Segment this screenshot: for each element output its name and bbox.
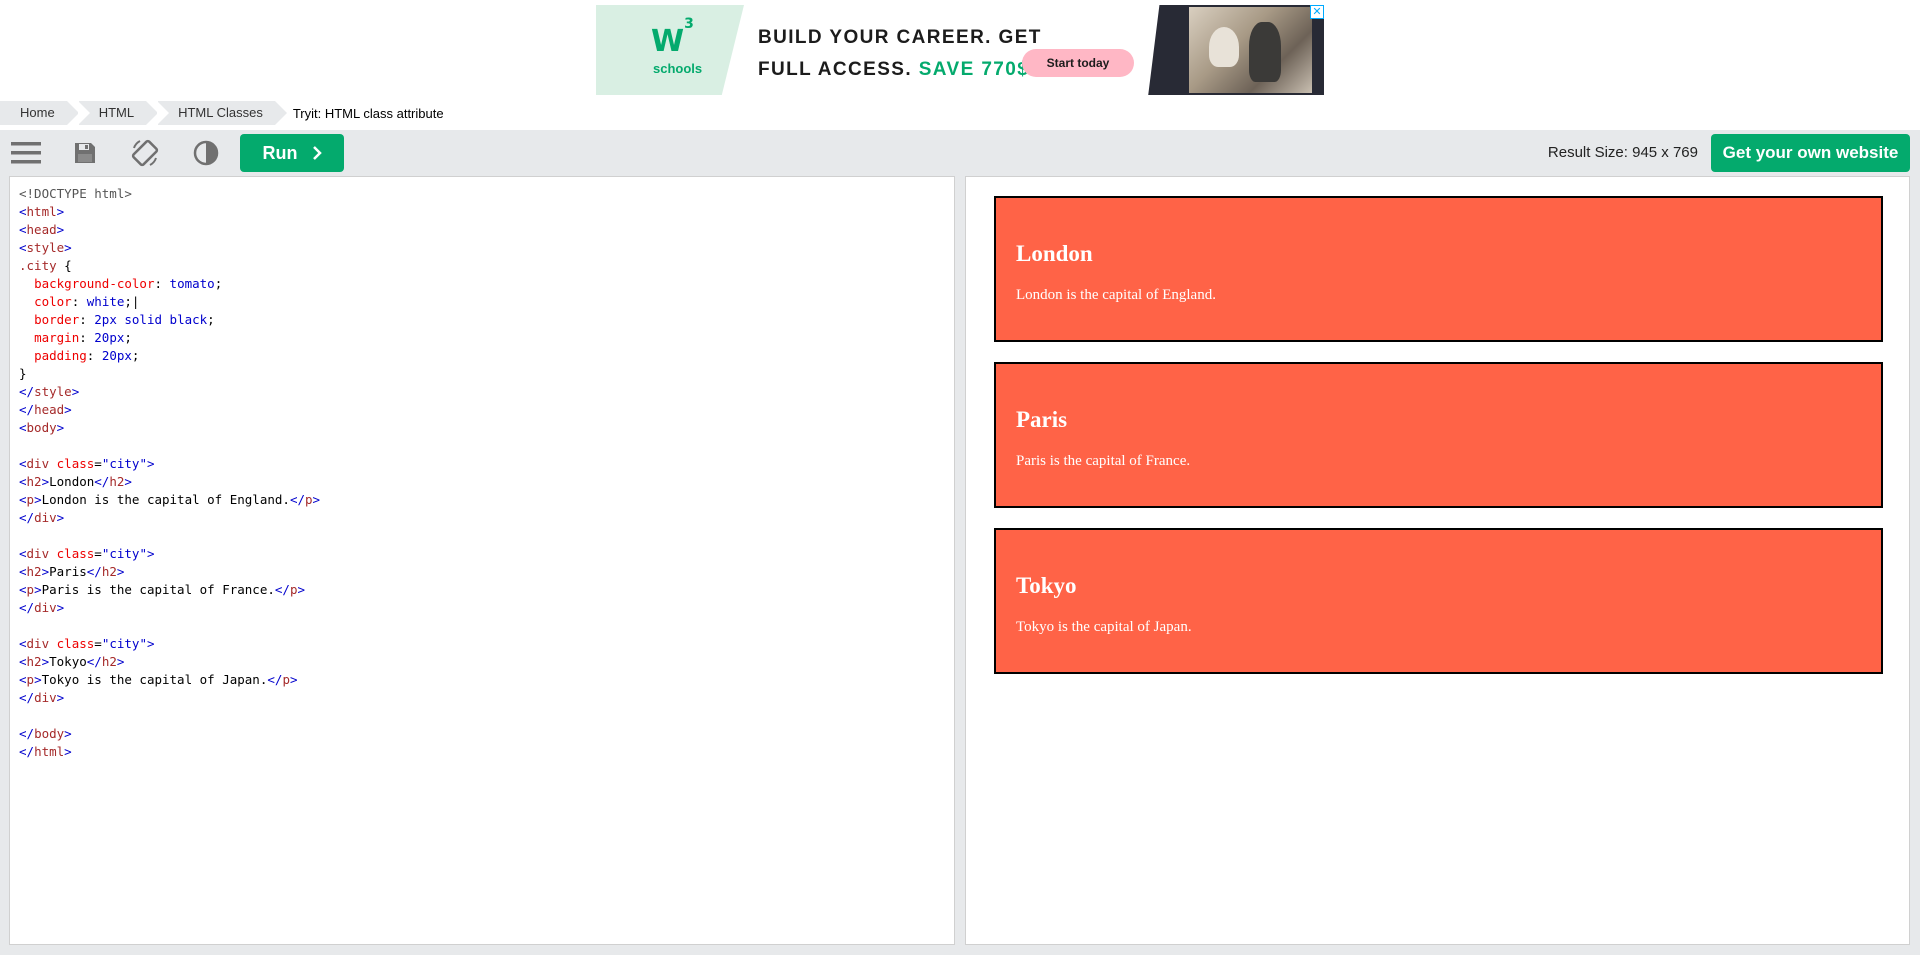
city-card-tokyo: Tokyo Tokyo is the capital of Japan. [994,528,1883,674]
breadcrumb-html[interactable]: HTML [77,101,159,125]
city-heading: London [1016,241,1093,266]
chevron-right-icon [312,146,322,160]
result-size-label: Result Size: 945 x 769 [1547,144,1698,161]
w3schools-logo: W3 [651,16,694,59]
save-icon[interactable] [62,130,108,176]
run-button-label: Run [262,142,298,163]
result-pane: London London is the capital of England.… [965,176,1910,945]
advertisement-banner[interactable]: W3 schools BUILD YOUR CAREER. GET FULL A… [596,5,1324,95]
breadcrumb: Home HTML HTML Classes Tryit: HTML class… [0,101,444,125]
ad-close-icon[interactable]: ✕ [1310,5,1324,19]
get-your-own-website-button[interactable]: Get your own website [1711,134,1910,172]
code-content[interactable]: <!DOCTYPE html> <html> <head> <style> .c… [19,185,320,761]
city-card-london: London London is the capital of England. [994,196,1883,342]
breadcrumb-current: Tryit: HTML class attribute [292,105,444,121]
breadcrumb-home[interactable]: Home [0,101,79,125]
ad-headline-line2: FULL ACCESS. [758,59,913,80]
code-editor[interactable]: <!DOCTYPE html> <html> <head> <style> .c… [9,176,955,945]
city-text: Tokyo is the capital of Japan. [1016,619,1192,635]
w3schools-logo-text: schools [653,61,703,76]
menu-icon[interactable] [3,130,49,176]
city-heading: Paris [1016,407,1068,432]
city-text: Paris is the capital of France. [1016,453,1191,469]
ad-start-today-button[interactable]: Start today [1022,49,1134,77]
contrast-icon[interactable] [183,130,229,176]
run-button[interactable]: Run [240,134,344,172]
city-text: London is the capital of England. [1016,287,1216,303]
ad-headline-accent: SAVE 770$ [918,59,1030,80]
city-card-paris: Paris Paris is the capital of France. [994,362,1883,508]
ad-photo [1148,5,1324,95]
city-heading: Tokyo [1016,573,1077,598]
toolbar: Run Result Size: 945 x 769 Get your own … [0,130,1920,176]
ad-headline-line1: BUILD YOUR CAREER. GET [758,27,1042,48]
workspace: <!DOCTYPE html> <html> <head> <style> .c… [0,176,1920,955]
rotate-icon[interactable] [122,130,168,176]
ad-headline: BUILD YOUR CAREER. GET FULL ACCESS. SAVE… [758,22,1042,86]
breadcrumb-html-classes[interactable]: HTML Classes [157,101,287,125]
